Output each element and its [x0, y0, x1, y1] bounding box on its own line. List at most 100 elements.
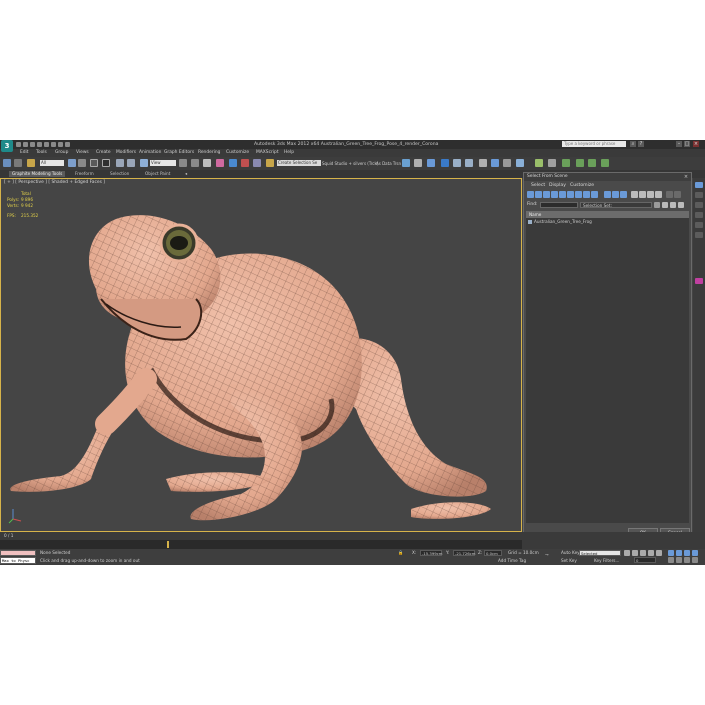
snaps-toggle-icon[interactable]	[216, 159, 224, 167]
filter-lights-icon[interactable]	[543, 191, 550, 198]
display-dependents-icon[interactable]	[647, 191, 654, 198]
color-swatch-icon[interactable]	[695, 278, 703, 284]
material-editor-icon[interactable]	[479, 159, 487, 167]
filter-cameras-icon[interactable]	[551, 191, 558, 198]
search-input[interactable]: Type a keyword or phrase	[562, 141, 626, 147]
current-frame-field[interactable]: 0	[634, 557, 656, 563]
selection-filter-dropdown[interactable]: All	[40, 160, 64, 166]
spinner-snap-icon[interactable]	[253, 159, 261, 167]
field-of-view-icon[interactable]	[668, 557, 674, 563]
name-column-header[interactable]: Name	[526, 211, 689, 218]
tab-graphite-modeling-tools[interactable]: Graphite Modeling Tools	[9, 171, 66, 177]
motion-panel-icon[interactable]	[695, 212, 703, 218]
hierarchy-panel-icon[interactable]	[695, 202, 703, 208]
auto-key-label[interactable]: Auto Key	[561, 549, 580, 556]
find-input[interactable]	[540, 202, 578, 208]
zoom-extents-icon[interactable]	[684, 550, 690, 556]
tab-object-paint[interactable]: Object Paint	[142, 171, 173, 177]
plugin-icon-4[interactable]	[601, 159, 609, 167]
track-bar[interactable]	[0, 540, 522, 549]
object-list[interactable]: Australian_Green_Tree_Frog	[526, 218, 689, 523]
select-by-name-icon[interactable]	[78, 159, 86, 167]
menu-animation[interactable]: Animation	[139, 149, 161, 157]
play-icon[interactable]	[640, 550, 646, 556]
plugin-icon-2[interactable]	[576, 159, 584, 167]
select-object-icon[interactable]	[68, 159, 76, 167]
curve-editor-icon[interactable]	[453, 159, 461, 167]
infocenter-icon[interactable]: ⌕	[630, 141, 636, 147]
plugin-icon-3[interactable]	[588, 159, 596, 167]
snapshot-icon[interactable]	[548, 159, 556, 167]
selection-set-dropdown[interactable]: Selection Set:	[580, 202, 652, 208]
undo-tool-icon[interactable]	[3, 159, 11, 167]
zoom-icon[interactable]	[668, 550, 674, 556]
dialog-menu-select[interactable]: Select	[531, 182, 545, 189]
render-label[interactable]: As Data Trsn	[376, 160, 401, 167]
z-coordinate-field[interactable]: 0.0cm	[484, 550, 502, 556]
filter-bones-icon[interactable]	[591, 191, 598, 198]
dialog-menu-display[interactable]: Display	[549, 182, 566, 189]
menu-views[interactable]: Views	[76, 149, 89, 157]
script-listener-text[interactable]: Max to Physc	[0, 557, 36, 564]
display-influences-icon[interactable]	[639, 191, 646, 198]
zoom-all-icon[interactable]	[676, 550, 682, 556]
pivot-center-icon[interactable]	[179, 159, 187, 167]
dialog-close-icon[interactable]: ×	[683, 174, 689, 180]
set-key-button[interactable]: Set Key	[561, 557, 577, 564]
display-children-icon[interactable]	[631, 191, 638, 198]
open-file-icon[interactable]	[23, 141, 28, 147]
funnel-filter-icon[interactable]	[666, 191, 673, 198]
minimize-icon[interactable]: –	[676, 141, 682, 147]
menu-group[interactable]: Group	[55, 149, 68, 157]
filter-invert-icon[interactable]	[620, 191, 627, 198]
menu-tools[interactable]: Tools	[36, 149, 47, 157]
scale-icon[interactable]	[140, 159, 148, 167]
percent-snap-icon[interactable]	[241, 159, 249, 167]
zoom-extents-all-icon[interactable]	[692, 550, 698, 556]
window-crossing-icon[interactable]	[102, 159, 110, 167]
keyboard-shortcut-icon[interactable]	[203, 159, 211, 167]
goto-end-icon[interactable]	[656, 550, 662, 556]
maximize-icon[interactable]: □	[684, 141, 690, 147]
menu-help[interactable]: Help	[284, 149, 294, 157]
save-file-icon[interactable]	[30, 141, 35, 147]
scene-explorer-icon[interactable]	[535, 159, 543, 167]
hold-icon[interactable]	[51, 141, 56, 147]
filter-all-icon[interactable]	[604, 191, 611, 198]
y-coordinate-field[interactable]: -21.726cm	[453, 550, 475, 556]
x-coordinate-field[interactable]: -15.399cm	[420, 550, 442, 556]
render-setup-icon[interactable]	[491, 159, 499, 167]
goto-start-icon[interactable]	[624, 550, 630, 556]
mirror-icon[interactable]	[402, 159, 410, 167]
move-icon[interactable]	[116, 159, 124, 167]
rectangle-selection-icon[interactable]	[90, 159, 98, 167]
graphite-toggle-icon[interactable]	[441, 159, 449, 167]
reference-coord-dropdown[interactable]: View	[150, 160, 176, 166]
app-logo-icon[interactable]: 3	[1, 140, 13, 152]
menu-maxscript[interactable]: MAXScript	[256, 149, 279, 157]
ribbon-options-icon[interactable]: ◂	[184, 171, 188, 177]
utilities-panel-icon[interactable]	[695, 232, 703, 238]
new-file-icon[interactable]	[16, 141, 21, 147]
align-icon[interactable]	[414, 159, 422, 167]
lock-icon[interactable]: 🔒	[398, 549, 403, 556]
edit-named-selection-icon[interactable]	[266, 159, 274, 167]
filter-geometry-icon[interactable]	[527, 191, 534, 198]
key-icon[interactable]: ⊸	[545, 551, 549, 558]
sync-selection-icon[interactable]	[662, 202, 668, 208]
frog-model[interactable]	[1, 179, 522, 532]
previous-frame-icon[interactable]	[632, 550, 638, 556]
dialog-title[interactable]: Select From Scene	[524, 173, 691, 181]
redo-icon[interactable]	[44, 141, 49, 147]
tab-freeform[interactable]: Freeform	[72, 171, 97, 177]
render-preset[interactable]: Squid Studio + silvers (Trck)	[322, 160, 378, 167]
filter-groups-icon[interactable]	[575, 191, 582, 198]
menu-graph-editors[interactable]: Graph Editors	[164, 149, 194, 157]
hierarchy-view-icon[interactable]	[670, 202, 676, 208]
named-selection-dropdown[interactable]: Create Selection Se	[277, 160, 321, 166]
angle-snap-icon[interactable]	[229, 159, 237, 167]
project-folder-icon[interactable]	[65, 141, 70, 147]
help-icon[interactable]: ?	[638, 141, 644, 147]
rotate-icon[interactable]	[127, 159, 135, 167]
manipulate-icon[interactable]	[191, 159, 199, 167]
